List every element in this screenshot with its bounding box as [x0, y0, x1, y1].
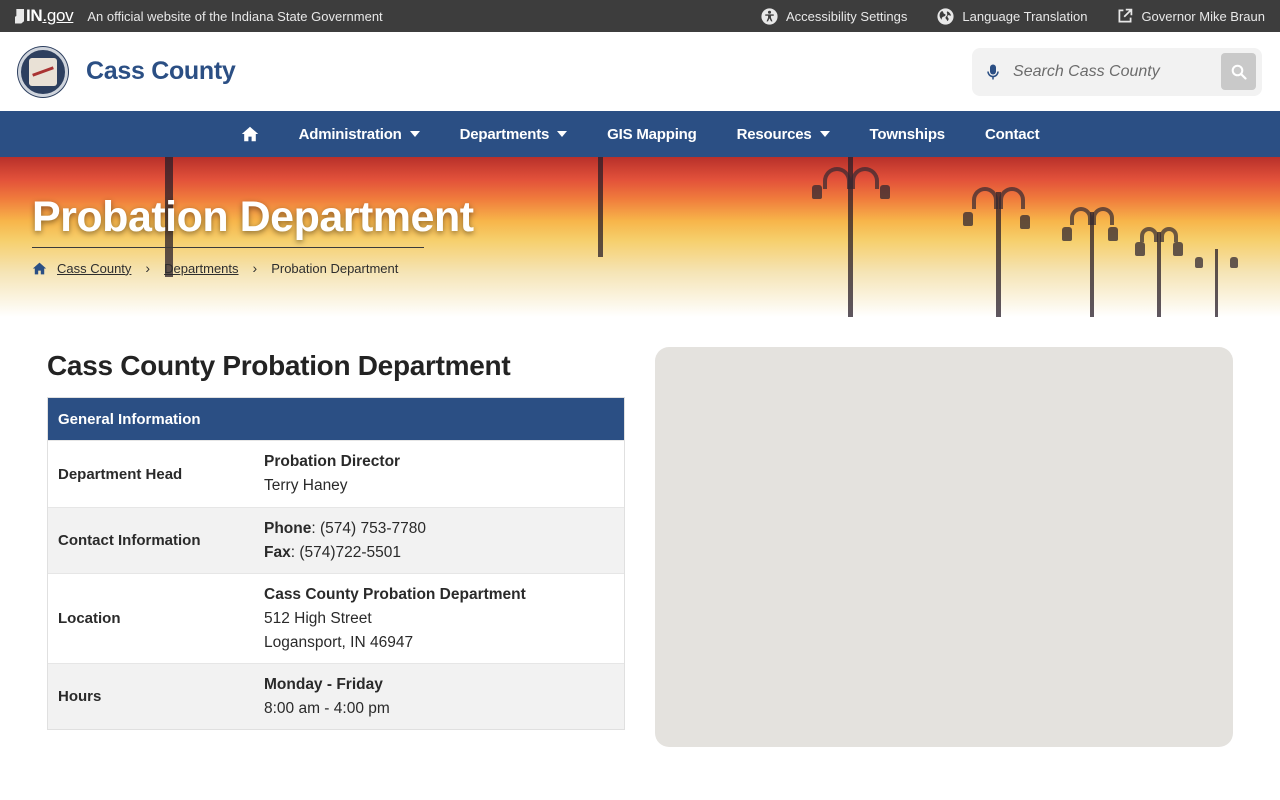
row-value: Cass County Probation Department 512 Hig… — [264, 574, 624, 664]
nav-administration-label: Administration — [298, 125, 402, 143]
table-row-location: Location Cass County Probation Departmen… — [48, 573, 624, 663]
cass-county-seal-logo[interactable] — [18, 46, 68, 97]
location-map[interactable] — [655, 347, 1233, 747]
language-translation-label: Language Translation — [962, 8, 1088, 24]
search-button[interactable] — [1221, 53, 1256, 90]
breadcrumb-current: Probation Department — [271, 260, 399, 276]
state-banner: IN .gov An official website of the Indian… — [0, 0, 1280, 32]
row-label: Location — [58, 610, 121, 627]
title-divider — [32, 247, 424, 248]
row-value: Phone: (574) 753-7780 Fax: (574)722-5501 — [264, 508, 624, 574]
page-title: Probation Department — [32, 193, 474, 241]
breadcrumb-departments[interactable]: Departments — [164, 261, 238, 276]
accessibility-settings-label: Accessibility Settings — [786, 8, 908, 24]
governor-link[interactable]: Governor Mike Braun — [1117, 8, 1265, 24]
main-navigation: Administration Departments GIS Mapping R… — [0, 111, 1280, 157]
search-input[interactable] — [1013, 62, 1222, 81]
nav-departments-label: Departments — [459, 125, 550, 143]
home-icon — [241, 126, 258, 142]
hours-time: 8:00 am - 4:00 pm — [264, 699, 390, 717]
breadcrumb-cass-county[interactable]: Cass County — [57, 261, 131, 276]
breadcrumb-home-icon[interactable] — [32, 262, 47, 275]
breadcrumb: Cass County › Departments › Probation De… — [32, 260, 398, 276]
nav-departments[interactable]: Departments — [440, 111, 588, 157]
row-value: Probation Director Terry Haney — [264, 441, 624, 507]
phone-label: Phone — [264, 519, 312, 537]
indiana-state-icon — [15, 8, 24, 24]
table-row-department-head: Department Head Probation Director Terry… — [48, 440, 624, 507]
general-information-table: General Information Department Head Prob… — [47, 397, 625, 730]
nav-gis-mapping[interactable]: GIS Mapping — [587, 111, 716, 157]
chevron-right-icon: › — [252, 260, 258, 276]
caret-down-icon — [819, 131, 830, 137]
site-title[interactable]: Cass County — [86, 57, 236, 86]
nav-townships[interactable]: Townships — [850, 111, 965, 157]
site-header: Cass County — [0, 32, 1280, 111]
nav-home[interactable] — [221, 111, 279, 157]
table-header: General Information — [48, 398, 624, 440]
row-value: Monday - Friday 8:00 am - 4:00 pm — [264, 664, 624, 730]
department-heading: Cass County Probation Department — [47, 350, 511, 381]
nav-contact[interactable]: Contact — [965, 111, 1059, 157]
location-city: Logansport, IN 46947 — [264, 633, 414, 651]
hours-days: Monday - Friday — [264, 675, 383, 693]
row-label: Contact Information — [58, 532, 201, 549]
nav-resources[interactable]: Resources — [717, 111, 850, 157]
hero-banner: Probation Department Cass County › Depar… — [0, 157, 1280, 317]
official-website-text: An official website of the Indiana State… — [87, 8, 383, 24]
search-bar — [972, 47, 1262, 96]
phone-number[interactable]: : (574) 753-7780 — [311, 520, 426, 537]
location-street: 512 High Street — [264, 609, 372, 627]
main-content: Cass County Probation Department General… — [0, 317, 1280, 800]
row-label: Hours — [58, 688, 102, 705]
director-title: Probation Director — [264, 453, 401, 470]
language-translation-link[interactable]: Language Translation — [937, 7, 1088, 25]
nav-administration[interactable]: Administration — [279, 111, 440, 157]
microphone-icon[interactable] — [986, 64, 999, 80]
accessibility-settings-link[interactable]: Accessibility Settings — [761, 7, 908, 25]
table-row-contact-information: Contact Information Phone: (574) 753-778… — [48, 507, 624, 573]
governor-label: Governor Mike Braun — [1141, 8, 1265, 24]
nav-resources-label: Resources — [736, 125, 812, 143]
chevron-right-icon: › — [145, 260, 151, 276]
external-link-icon — [1118, 8, 1133, 23]
caret-down-icon — [409, 131, 420, 137]
fax-label: Fax — [264, 543, 291, 561]
search-icon — [1231, 64, 1247, 80]
in-gov-logo-in: IN — [26, 6, 43, 25]
row-label: Department Head — [58, 465, 183, 483]
location-name: Cass County Probation Department — [264, 585, 526, 603]
fax-number: : (574)722-5501 — [290, 543, 402, 561]
in-gov-logo-gov: .gov — [42, 6, 74, 25]
nav-gis-mapping-label: GIS Mapping — [607, 125, 697, 143]
in-gov-logo[interactable]: IN .gov — [15, 6, 74, 26]
table-row-hours: Hours Monday - Friday 8:00 am - 4:00 pm — [48, 663, 624, 729]
caret-down-icon — [557, 131, 568, 137]
globe-icon — [937, 7, 954, 25]
director-name: Terry Haney — [264, 477, 348, 494]
accessibility-icon — [761, 7, 778, 25]
nav-contact-label: Contact — [984, 125, 1040, 143]
nav-townships-label: Townships — [869, 125, 946, 143]
